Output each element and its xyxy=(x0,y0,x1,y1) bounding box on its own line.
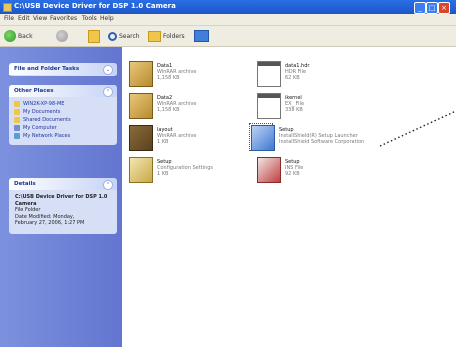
callout-line xyxy=(379,110,456,147)
explorer-window: C:\USB Device Driver for DSP 1.0 Camera … xyxy=(0,0,456,347)
